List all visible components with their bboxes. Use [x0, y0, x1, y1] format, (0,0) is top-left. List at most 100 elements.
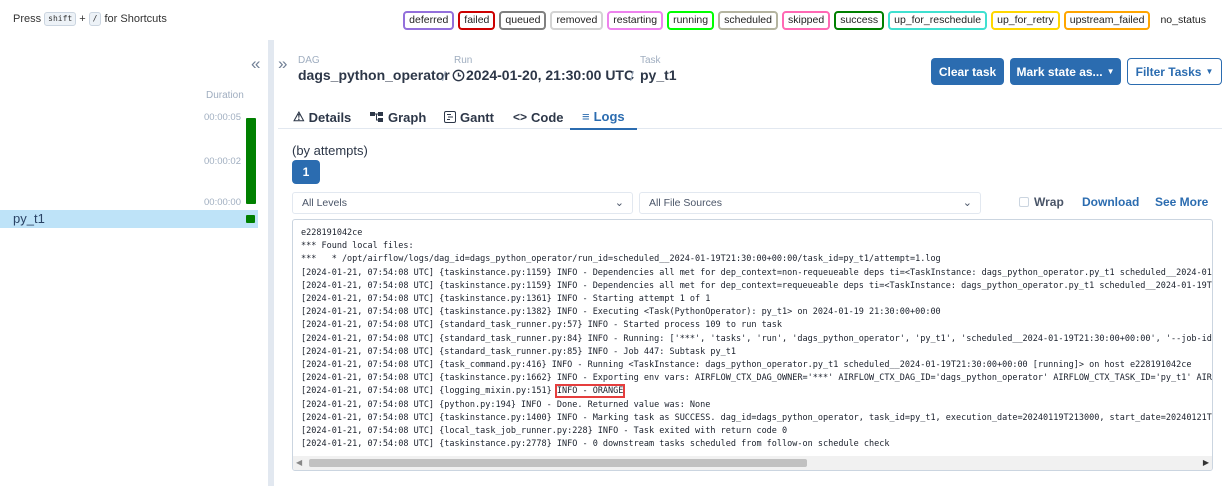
- shortcut-suffix: for Shortcuts: [104, 13, 167, 25]
- tab-details[interactable]: ⚠ Details: [293, 105, 351, 129]
- chevron-down-icon: ▼: [1205, 67, 1214, 76]
- attempts-label: (by attempts): [292, 143, 368, 158]
- chevron-down-icon: ⌄: [614, 197, 624, 209]
- log-line: *** Found local files:: [301, 241, 414, 252]
- scroll-right-icon[interactable]: ▶: [1203, 458, 1209, 467]
- breadcrumb-task-value: py_t1: [640, 67, 677, 83]
- horizontal-scrollbar[interactable]: ◀ ▶: [293, 456, 1212, 470]
- tab-code[interactable]: <> Code: [513, 105, 564, 129]
- breadcrumb-dag-value: dags_python_operator: [298, 67, 450, 83]
- legend-up-for-retry[interactable]: up_for_retry: [991, 11, 1060, 30]
- clock-icon: [452, 69, 465, 81]
- collapse-grid-icon[interactable]: «: [251, 54, 260, 74]
- shortcut-press: Press: [13, 13, 42, 25]
- log-line: [2024-01-21, 07:54:08 UTC] {python.py:19…: [301, 399, 711, 410]
- file-source-value: All File Sources: [649, 197, 722, 209]
- task-instance-square[interactable]: [246, 215, 255, 223]
- mark-state-button[interactable]: Mark state as... ▼: [1010, 58, 1121, 85]
- log-viewer[interactable]: e228191042ce *** Found local files: *** * …: [292, 219, 1213, 471]
- attempt-1-button[interactable]: 1: [292, 160, 320, 184]
- clear-task-button[interactable]: Clear task: [931, 58, 1004, 85]
- state-legend: deferred failed queued removed restarting run…: [403, 11, 1212, 30]
- filter-tasks-button[interactable]: Filter Tasks ▼: [1127, 58, 1222, 85]
- legend-queued[interactable]: queued: [499, 11, 547, 30]
- legend-restarting[interactable]: restarting: [607, 11, 664, 30]
- breadcrumb-task-label: Task: [640, 55, 661, 66]
- log-text: e228191042ce *** Found local files: *** * …: [301, 227, 1212, 451]
- log-level-value: All Levels: [302, 197, 347, 209]
- duration-label: Duration: [206, 90, 244, 101]
- breadcrumb-task[interactable]: Task py_t1: [640, 56, 677, 84]
- file-source-select[interactable]: All File Sources ⌄: [639, 192, 981, 214]
- duration-tick-max: 00:00:05: [204, 112, 241, 123]
- breadcrumb-dag[interactable]: DAG dags_python_operator: [298, 56, 450, 84]
- log-line-prefix: [2024-01-21, 07:54:08 UTC] {logging_mixi…: [301, 386, 557, 397]
- run-duration-bar[interactable]: [246, 118, 256, 204]
- breadcrumb-run[interactable]: Run 2024-01-20, 21:30:00 UTC: [452, 56, 634, 84]
- shortcut-hint: Press shift + / for Shortcuts: [13, 12, 167, 26]
- task-row-py-t1[interactable]: py_t1: [0, 210, 258, 228]
- legend-upstream-failed[interactable]: upstream_failed: [1063, 11, 1151, 30]
- highlighted-log-message: INFO - ORANGE: [554, 384, 626, 399]
- slash-key: /: [88, 12, 102, 26]
- breadcrumb-run-value: 2024-01-20, 21:30:00 UTC: [466, 67, 635, 83]
- log-line: [2024-01-21, 07:54:08 UTC] {taskinstance…: [301, 267, 1212, 278]
- log-line: [2024-01-21, 07:54:08 UTC] {standard_tas…: [301, 320, 783, 331]
- log-line: [2024-01-21, 07:54:08 UTC] {taskinstance…: [301, 280, 1212, 291]
- wrap-label: Wrap: [1034, 195, 1064, 209]
- see-more-link[interactable]: See More: [1155, 195, 1208, 209]
- log-line: [2024-01-21, 07:54:08 UTC] {taskinstance…: [301, 294, 711, 305]
- duration-tick-zero: 00:00:00: [204, 197, 241, 208]
- tab-logs[interactable]: ≡ Logs: [570, 105, 637, 130]
- top-bar: Press shift + / for Shortcuts deferred fa…: [0, 0, 1228, 38]
- legend-deferred[interactable]: deferred: [403, 11, 455, 30]
- expand-grid-icon[interactable]: »: [278, 54, 287, 74]
- log-line: [2024-01-21, 07:54:08 UTC] {standard_tas…: [301, 346, 736, 357]
- log-line: e228191042ce: [301, 228, 363, 238]
- legend-skipped[interactable]: skipped: [781, 11, 831, 30]
- warning-icon: ⚠: [293, 109, 305, 124]
- legend-removed[interactable]: removed: [550, 11, 604, 30]
- download-link[interactable]: Download: [1082, 195, 1139, 209]
- tab-gantt[interactable]: Gantt: [444, 105, 494, 129]
- tab-bar: ⚠ Details Graph Gantt <> Code ≡ Logs: [278, 97, 1222, 130]
- mark-state-label: Mark state as...: [1016, 64, 1103, 79]
- tab-graph[interactable]: Graph: [370, 105, 426, 129]
- chevron-down-icon: ⌄: [962, 197, 972, 209]
- tab-label: Details: [308, 109, 352, 125]
- duration-tick-mid: 00:00:02: [204, 156, 241, 167]
- log-line: [2024-01-21, 07:54:08 UTC] {taskinstance…: [301, 439, 890, 450]
- panel-divider[interactable]: [268, 40, 274, 486]
- clear-task-label: Clear task: [938, 64, 997, 79]
- legend-failed[interactable]: failed: [458, 11, 496, 30]
- legend-up-for-reschedule[interactable]: up_for_reschedule: [888, 11, 988, 30]
- log-line: [2024-01-21, 07:54:08 UTC] {taskinstance…: [301, 307, 941, 318]
- log-line: [2024-01-21, 07:54:08 UTC] {taskinstance…: [301, 412, 1212, 423]
- log-line: [2024-01-21, 07:54:08 UTC] {local_task_j…: [301, 426, 788, 437]
- shift-key: shift: [44, 12, 77, 26]
- list-icon: ≡: [582, 109, 590, 124]
- legend-success[interactable]: success: [834, 11, 885, 30]
- shortcut-plus: +: [79, 13, 86, 25]
- filter-tasks-label: Filter Tasks: [1135, 64, 1202, 79]
- gantt-icon: [444, 111, 456, 123]
- wrap-checkbox[interactable]: [1019, 197, 1029, 207]
- tab-label: Gantt: [460, 109, 494, 125]
- log-line: [2024-01-21, 07:54:08 UTC] {taskinstance…: [301, 373, 1212, 384]
- log-level-select[interactable]: All Levels ⌄: [292, 192, 633, 214]
- graph-icon: [370, 112, 383, 122]
- task-name: py_t1: [13, 211, 45, 226]
- legend-running[interactable]: running: [667, 11, 715, 30]
- breadcrumb-run-label: Run: [454, 55, 473, 66]
- log-line: [2024-01-21, 07:54:08 UTC] {task_command…: [301, 360, 1192, 371]
- details-panel: » DAG dags_python_operator / Run 2024-01…: [278, 40, 1228, 486]
- grid-panel: « Duration 00:00:05 00:00:02 00:00:00 py…: [0, 40, 268, 486]
- chevron-down-icon: ▼: [1106, 67, 1115, 76]
- scrollbar-thumb[interactable]: [309, 459, 807, 467]
- code-icon: <>: [513, 110, 528, 124]
- tab-label: Graph: [388, 109, 427, 125]
- scroll-left-icon[interactable]: ◀: [296, 458, 302, 467]
- legend-no-status[interactable]: no_status: [1154, 11, 1212, 30]
- legend-scheduled[interactable]: scheduled: [718, 11, 778, 30]
- tab-label: Logs: [593, 109, 625, 124]
